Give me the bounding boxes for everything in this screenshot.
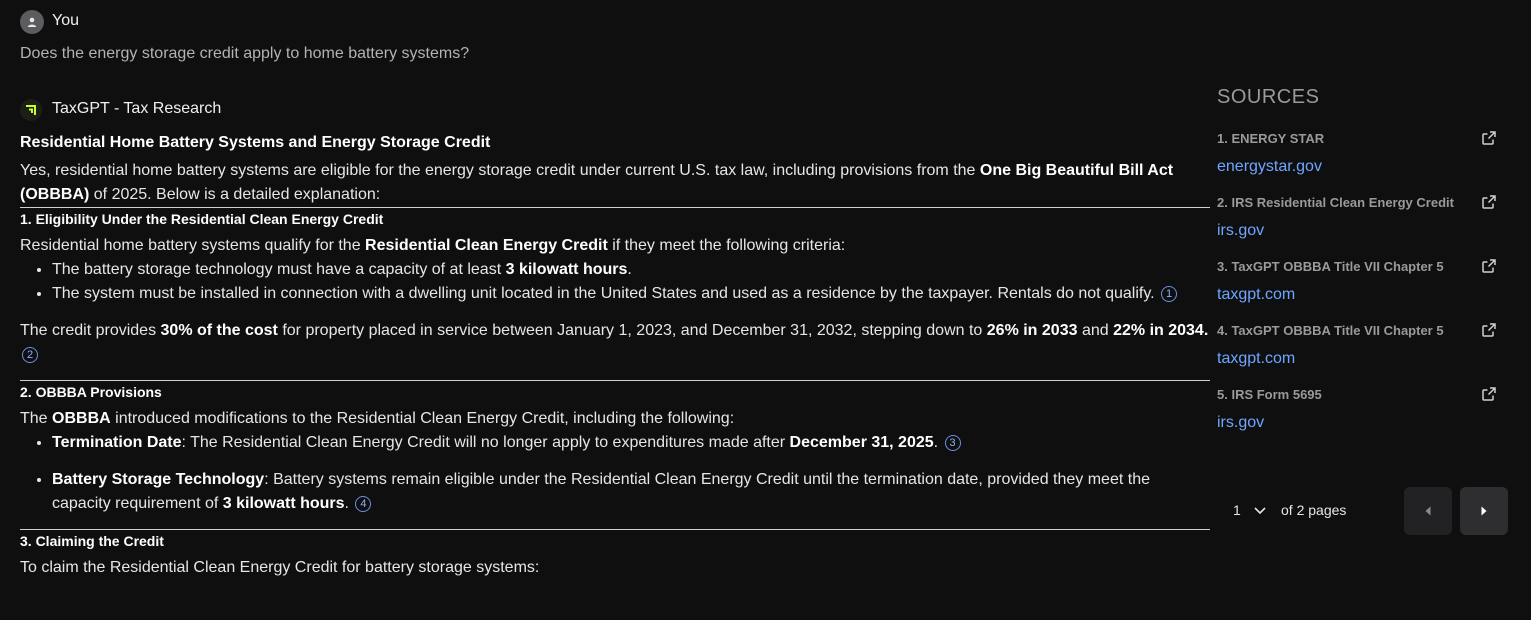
list-item: The battery storage technology must have… [52,258,1210,282]
source-item[interactable]: 3. TaxGPT OBBBA Title VII Chapter 5 taxg… [1217,258,1497,304]
user-name: You [52,12,79,29]
chevron-down-icon [1254,507,1266,515]
source-title: 2. IRS Residential Clean Energy Credit [1217,195,1454,210]
user-avatar [20,10,44,34]
external-link-icon[interactable] [1481,130,1497,146]
source-title: 1. ENERGY STAR [1217,131,1325,146]
citation-link[interactable]: 1 [1161,285,1178,302]
external-link-icon[interactable] [1481,322,1497,338]
obbba-list: Termination Date: The Residential Clean … [20,431,1210,516]
assistant-name: TaxGPT - Tax Research [52,100,222,117]
next-page-button[interactable] [1460,487,1508,535]
citation-link[interactable]: 4 [355,495,372,512]
user-question: Does the energy storage credit apply to … [20,45,470,62]
external-link-icon[interactable] [1481,386,1497,402]
page-select-value: 1 [1233,502,1241,518]
person-icon [27,17,37,27]
answer-title: Residential Home Battery Systems and Ene… [20,134,491,151]
credit-rate-paragraph: The credit provides 30% of the cost for … [20,322,1209,363]
citation-link[interactable]: 3 [944,434,961,451]
taxgpt-logo-icon [20,99,42,121]
answer-intro: Yes, residential home battery systems ar… [20,162,1174,203]
page-count-label: of 2 pages [1281,502,1347,518]
source-link[interactable]: energystar.gov [1217,158,1497,176]
source-link[interactable]: taxgpt.com [1217,286,1497,304]
eligibility-list: The battery storage technology must have… [20,258,1210,306]
source-item[interactable]: 4. TaxGPT OBBBA Title VII Chapter 5 taxg… [1217,322,1497,368]
source-title: 5. IRS Form 5695 [1217,387,1322,402]
external-link-icon[interactable] [1481,258,1497,274]
answer-body: Residential Home Battery Systems and Ene… [20,131,1210,580]
source-item[interactable]: 5. IRS Form 5695 irs.gov [1217,386,1497,432]
source-link[interactable]: irs.gov [1217,222,1497,240]
section-3-lead: To claim the Residential Clean Energy Cr… [20,559,540,576]
source-link[interactable]: taxgpt.com [1217,350,1497,368]
list-item: The system must be installed in connecti… [52,282,1210,306]
list-item: Battery Storage Technology: Battery syst… [52,468,1210,516]
section-2-lead: The OBBBA introduced modifications to th… [20,410,735,427]
caret-right-icon [1481,506,1487,516]
source-title: 3. TaxGPT OBBBA Title VII Chapter 5 [1217,259,1444,274]
external-link-icon[interactable] [1481,194,1497,210]
source-link[interactable]: irs.gov [1217,414,1497,432]
source-title: 4. TaxGPT OBBBA Title VII Chapter 5 [1217,323,1444,338]
source-item[interactable]: 1. ENERGY STAR energystar.gov [1217,130,1497,176]
list-item: Termination Date: The Residential Clean … [52,431,1210,455]
section-heading-eligibility: 1. Eligibility Under the Residential Cle… [20,207,1210,230]
section-heading-obbba: 2. OBBBA Provisions [20,380,1210,403]
sources-title: SOURCES [1217,86,1320,108]
citation-link[interactable]: 2 [22,346,38,363]
source-item[interactable]: 2. IRS Residential Clean Energy Credit i… [1217,194,1497,240]
previous-page-button[interactable] [1404,487,1452,535]
section-heading-claiming: 3. Claiming the Credit [20,529,1210,552]
section-1-lead: Residential home battery systems qualify… [20,237,846,254]
caret-left-icon [1425,506,1431,516]
page-select[interactable]: 1 [1233,502,1267,518]
